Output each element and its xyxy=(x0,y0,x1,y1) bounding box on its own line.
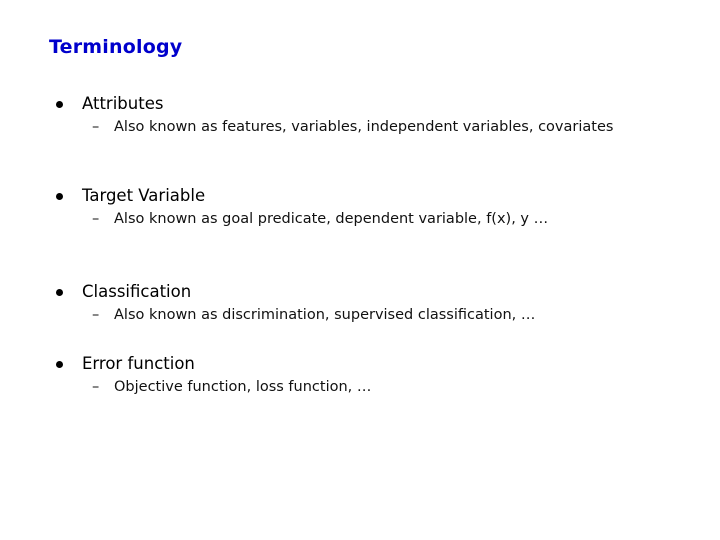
dash-icon: – xyxy=(92,211,100,227)
bullet-item-error-function: Error function – Objective function, los… xyxy=(56,354,696,396)
bullet-item-classification: Classification – Also known as discrimin… xyxy=(56,282,696,324)
dash-icon: – xyxy=(92,307,100,323)
sub-bullet: – Also known as features, variables, ind… xyxy=(56,118,696,136)
bullet-label: Classification xyxy=(82,282,192,301)
sub-bullet: – Also known as discrimination, supervis… xyxy=(56,306,696,324)
bullet-label: Target Variable xyxy=(82,186,206,205)
bullet-icon xyxy=(56,289,63,296)
dash-icon: – xyxy=(92,379,100,395)
bullet-item-attributes: Attributes – Also known as features, var… xyxy=(56,94,696,136)
bullet-icon xyxy=(56,361,63,368)
slide-title: Terminology xyxy=(49,36,183,58)
sub-bullet-text: Also known as goal predicate, dependent … xyxy=(114,211,549,227)
bullet-label: Attributes xyxy=(82,94,164,113)
sub-bullet-text: Also known as discrimination, supervised… xyxy=(114,307,536,323)
dash-icon: – xyxy=(92,119,100,135)
bullet-icon xyxy=(56,193,63,200)
sub-bullet: – Objective function, loss function, … xyxy=(56,378,696,396)
sub-bullet-text: Objective function, loss function, … xyxy=(114,379,372,395)
bullet-icon xyxy=(56,101,63,108)
sub-bullet-text: Also known as features, variables, indep… xyxy=(114,119,614,135)
sub-bullet: – Also known as goal predicate, dependen… xyxy=(56,210,696,228)
bullet-label: Error function xyxy=(82,354,195,373)
bullet-item-target-variable: Target Variable – Also known as goal pre… xyxy=(56,186,696,228)
